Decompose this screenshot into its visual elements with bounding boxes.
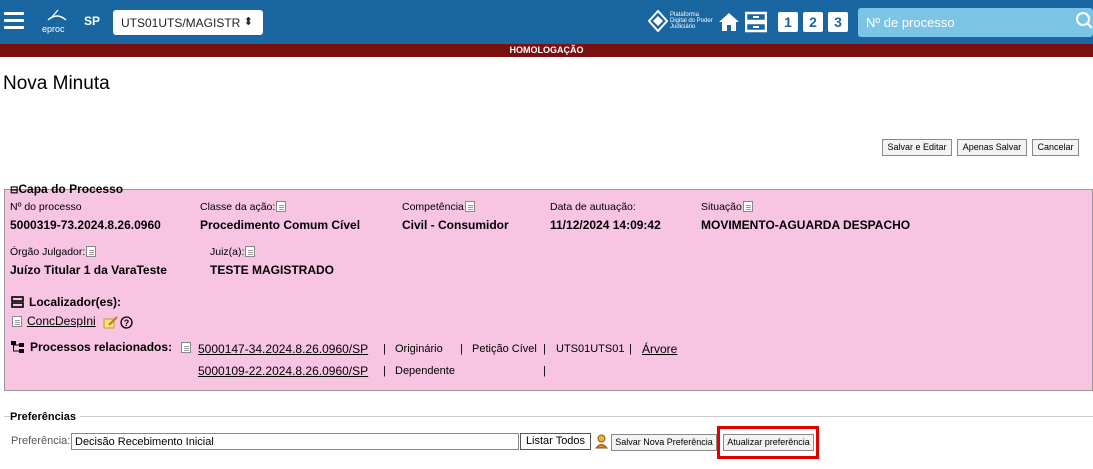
juiz-info-icon[interactable]	[245, 246, 256, 257]
localizador-doc-icon[interactable]	[12, 316, 22, 327]
localizador-icon	[11, 296, 24, 308]
user-icon	[595, 434, 608, 449]
numero-value: 5000319-73.2024.8.26.0960	[10, 218, 161, 232]
top-bar: eproc SP UTS01UTS/MAGISTR ⬍ Plataforma D…	[0, 0, 1093, 44]
situacao-info-icon[interactable]	[742, 201, 753, 212]
juiz-value: TESTE MAGISTRADO	[210, 263, 335, 277]
separator: |	[383, 365, 386, 377]
situacao-value: MOVIMENTO-AGUARDA DESPACHO	[701, 218, 911, 232]
preferences-title: Preferências	[10, 411, 81, 423]
panel-icon[interactable]	[745, 11, 767, 33]
related-type-1: Originário	[395, 343, 443, 355]
capa-legend[interactable]: ⊟Capa do Processo	[10, 182, 123, 196]
competencia-value: Civil - Consumidor	[402, 218, 509, 232]
list-all-button[interactable]: Listar Todos	[520, 433, 591, 450]
menu-icon[interactable]	[4, 12, 24, 30]
competencia-label: Competência	[402, 201, 464, 213]
logo-text: eproc	[42, 24, 65, 34]
process-search-input[interactable]	[858, 8, 1078, 37]
capa-processo-panel	[4, 189, 1093, 391]
related-class-1: Petição Cível	[472, 343, 537, 355]
preferences-divider	[4, 416, 1093, 417]
orgao-label: Órgão Julgador:	[10, 246, 86, 258]
competencia-info-icon[interactable]	[464, 201, 475, 212]
preference-label: Preferência:	[11, 435, 71, 447]
eproc-logo[interactable]: eproc	[40, 8, 74, 36]
unit-select-value: UTS01UTS/MAGISTR	[121, 16, 241, 30]
separator: |	[460, 343, 463, 355]
related-process-link-2[interactable]: 5000109-22.2024.8.26.0960/SP	[198, 364, 368, 378]
orgao-value: Juízo Titular 1 da VaraTeste	[10, 263, 167, 277]
unit-select[interactable]: UTS01UTS/MAGISTR ⬍	[113, 10, 263, 35]
localizador-link[interactable]: ConcDespIni	[27, 314, 96, 328]
highlight-box	[717, 426, 819, 459]
preference-input[interactable]	[71, 433, 519, 450]
situacao-label: Situação	[701, 201, 742, 213]
localizadores-label: Localizador(es):	[29, 295, 122, 309]
quick-button-1[interactable]: 1	[778, 12, 798, 32]
capa-legend-text: Capa do Processo	[18, 182, 124, 196]
select-arrow-icon: ⬍	[243, 16, 253, 28]
numero-label: Nº do processo	[10, 201, 82, 213]
home-icon[interactable]	[718, 11, 740, 33]
classe-label: Classe da ação:	[200, 201, 276, 213]
classe-info-icon[interactable]	[276, 201, 287, 212]
search-icon[interactable]	[1075, 11, 1093, 31]
separator: |	[629, 343, 632, 355]
related-unit-1: UTS01UTS01	[556, 343, 625, 355]
separator: |	[543, 365, 546, 377]
page-title: Nova Minuta	[3, 73, 110, 94]
hierarchy-icon	[11, 341, 24, 353]
relacionados-label: Processos relacionados:	[30, 340, 173, 354]
pdpj-icon	[647, 9, 669, 33]
orgao-info-icon[interactable]	[86, 246, 97, 257]
cancel-button[interactable]: Cancelar	[1032, 139, 1079, 156]
quick-button-3[interactable]: 3	[828, 12, 848, 32]
relacionados-info-icon[interactable]	[181, 342, 191, 353]
save-new-preference-button[interactable]: Salvar Nova Preferência	[611, 434, 717, 451]
related-type-2: Dependente	[395, 365, 455, 377]
separator: |	[383, 343, 386, 355]
save-only-button[interactable]: Apenas Salvar	[957, 139, 1027, 156]
pdpj-text: Plataforma Digital do Poder Judiciário	[670, 12, 713, 30]
help-icon[interactable]: ?	[120, 316, 133, 329]
separator: |	[543, 343, 546, 355]
data-autuacao-label: Data de autuação:	[550, 201, 636, 213]
related-process-link-1[interactable]: 5000147-34.2024.8.26.0960/SP	[198, 342, 368, 356]
save-and-edit-button[interactable]: Salvar e Editar	[882, 139, 952, 156]
juiz-label: Juiz(a):	[210, 246, 245, 258]
data-autuacao-value: 11/12/2024 14:09:42	[550, 218, 661, 232]
eproc-logo-icon	[47, 9, 67, 21]
tree-link[interactable]: Árvore	[642, 342, 677, 356]
pdpj-logo[interactable]: Plataforma Digital do Poder Judiciário	[647, 9, 716, 34]
quick-button-2[interactable]: 2	[803, 12, 823, 32]
edit-note-icon[interactable]	[103, 316, 118, 329]
process-search	[858, 8, 1093, 37]
state-label: SP	[84, 14, 101, 28]
classe-value: Procedimento Comum Cível	[200, 218, 361, 232]
environment-banner: HOMOLOGAÇÃO	[0, 44, 1093, 57]
svg-text:?: ?	[124, 318, 130, 328]
